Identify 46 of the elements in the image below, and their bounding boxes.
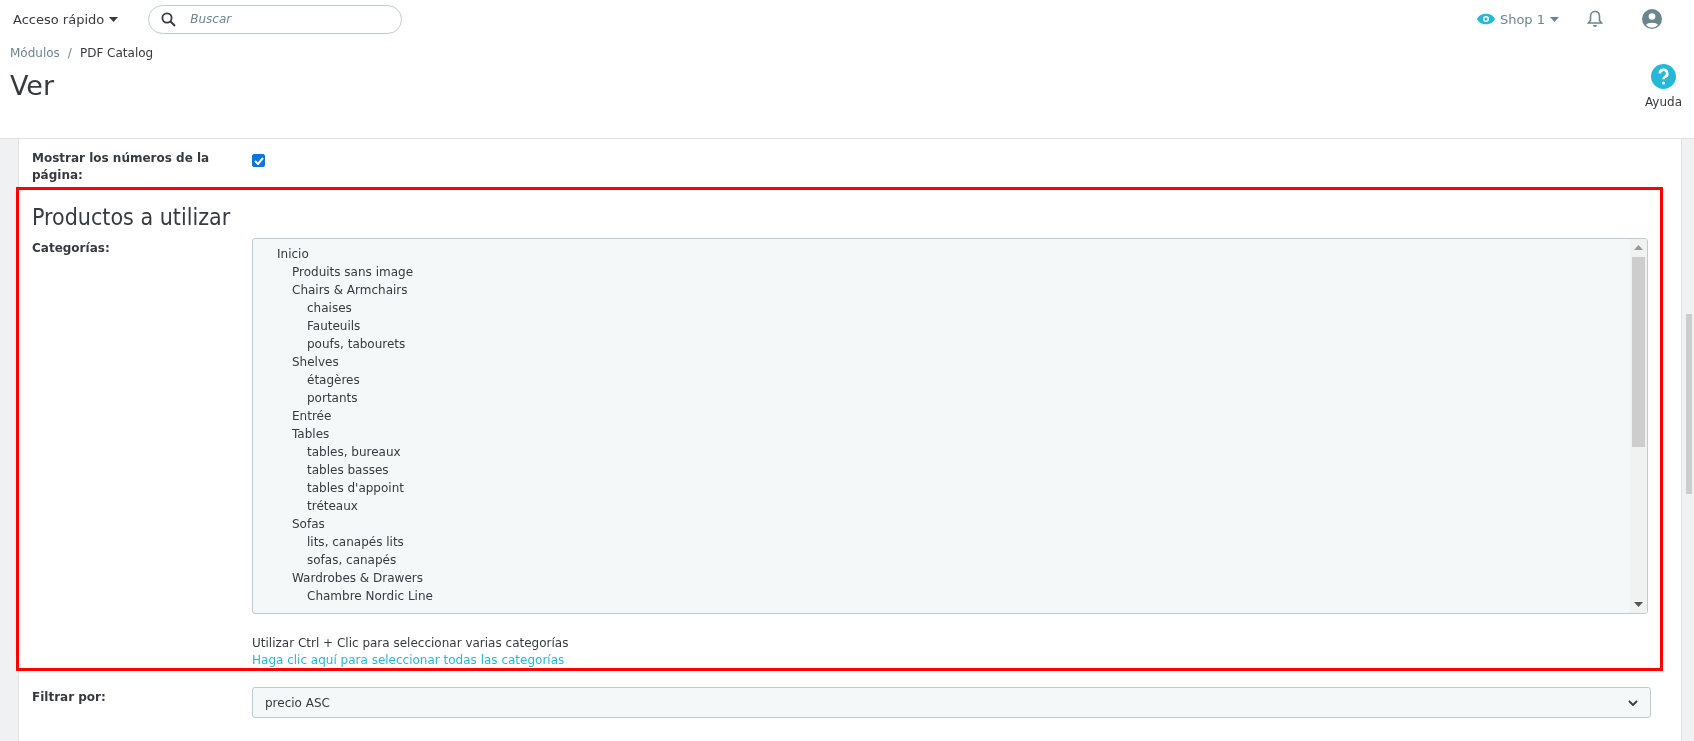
- eye-icon: [1476, 13, 1495, 25]
- scroll-down-icon[interactable]: [1634, 602, 1643, 607]
- category-option[interactable]: tréteaux: [307, 499, 358, 513]
- category-option[interactable]: Tables: [292, 427, 330, 441]
- category-option[interactable]: tables d'appoint: [307, 481, 404, 495]
- quick-access-menu[interactable]: Acceso rápido: [13, 11, 119, 27]
- caret-icon: [1550, 16, 1559, 22]
- help-text: Utilizar Ctrl + Clic para seleccionar varias categorías: [252, 635, 570, 652]
- scrollbar[interactable]: [1630, 239, 1647, 613]
- breadcrumb-separator: /: [67, 46, 72, 60]
- page-title: Ver: [10, 70, 56, 101]
- category-option[interactable]: Chambre Nordic Line: [307, 589, 433, 603]
- category-option[interactable]: Fauteuils: [307, 319, 361, 333]
- category-option[interactable]: Wardrobes & Drawers: [292, 571, 423, 585]
- category-option[interactable]: étagères: [307, 373, 360, 387]
- category-option[interactable]: tables basses: [307, 463, 389, 477]
- avatar-icon[interactable]: [1642, 9, 1662, 29]
- field-label: Mostrar los números de la página:: [32, 150, 211, 184]
- category-option[interactable]: chaises: [307, 301, 352, 315]
- search-icon: [161, 11, 177, 27]
- help-button[interactable]: Ayuda: [1644, 64, 1682, 109]
- category-option[interactable]: Produits sans image: [292, 265, 414, 279]
- category-option[interactable]: lits, canapés lits: [307, 535, 404, 549]
- category-option[interactable]: portants: [307, 391, 358, 405]
- caret-icon: [109, 16, 119, 22]
- category-option[interactable]: tables, bureaux: [307, 445, 401, 459]
- field-label: Filtrar por:: [32, 689, 107, 706]
- category-option[interactable]: Sofas: [292, 517, 325, 531]
- search-field[interactable]: Buscar: [148, 4, 403, 34]
- bell-icon[interactable]: [1587, 10, 1603, 28]
- field-label: Categorías:: [32, 240, 111, 257]
- category-option[interactable]: sofas, canapés: [307, 553, 397, 567]
- help-icon: [1650, 64, 1676, 89]
- category-option[interactable]: Entrée: [292, 409, 332, 423]
- checkbox[interactable]: [252, 154, 265, 167]
- breadcrumb-current: PDF Catalog: [79, 46, 154, 60]
- category-option[interactable]: Shelves: [292, 355, 339, 369]
- category-option[interactable]: Chairs & Armchairs: [292, 283, 408, 297]
- category-option[interactable]: poufs, tabourets: [307, 337, 406, 351]
- scroll-up-icon[interactable]: [1634, 245, 1643, 250]
- caret-icon: [1628, 699, 1638, 706]
- shop-selector[interactable]: Shop 1: [1476, 11, 1559, 27]
- section-title: Productos a utilizar: [32, 204, 232, 230]
- sort-select[interactable]: precio ASC: [252, 687, 1651, 718]
- breadcrumb-link[interactable]: Módulos: [10, 46, 60, 60]
- category-option[interactable]: Inicio: [277, 247, 309, 261]
